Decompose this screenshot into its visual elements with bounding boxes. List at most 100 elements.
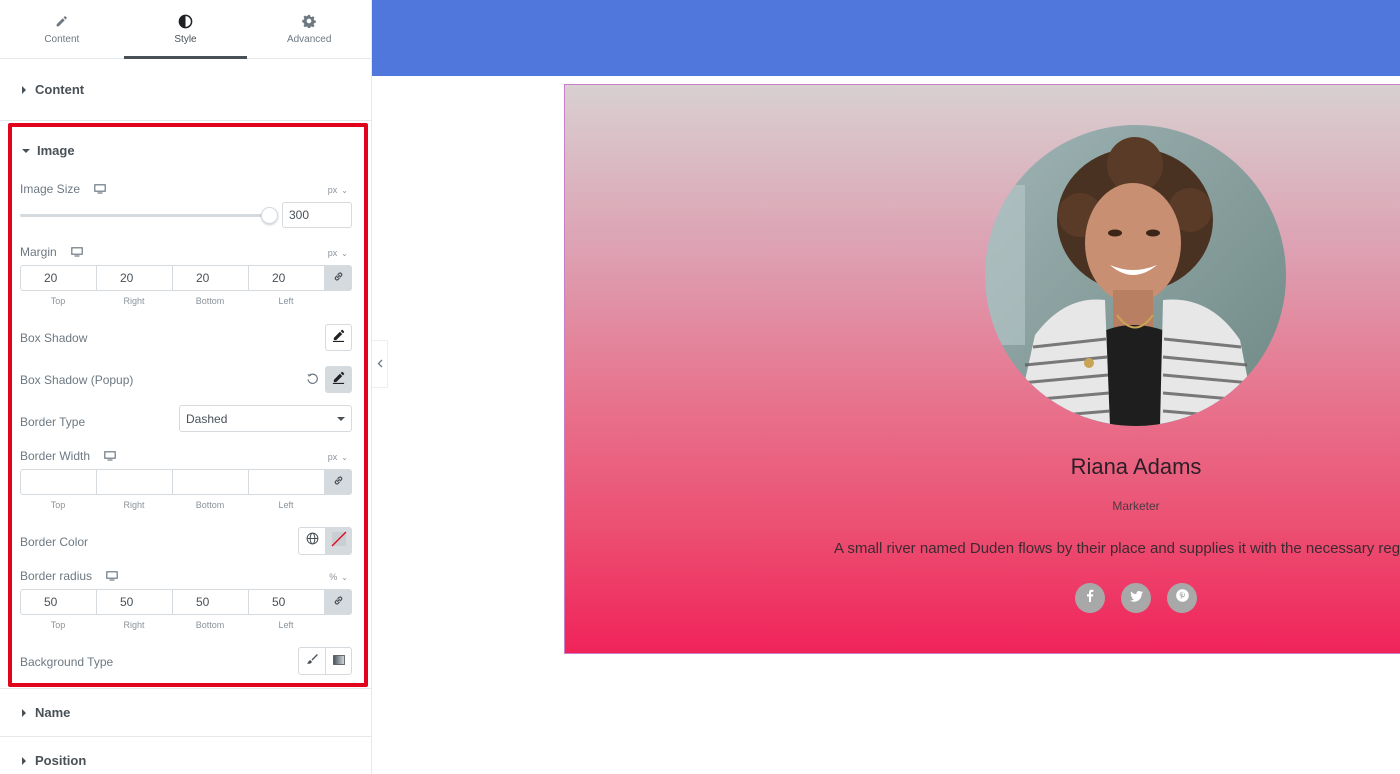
tab-style[interactable]: Style: [123, 0, 248, 59]
box-shadow-edit-button[interactable]: [325, 324, 352, 351]
member-role: Marketer: [1112, 499, 1160, 513]
link-values-button[interactable]: [325, 470, 351, 494]
image-size-unit: px: [327, 185, 338, 195]
border-radius-right-input[interactable]: 50: [97, 590, 173, 614]
border-width-unit-select[interactable]: px ⌄: [328, 452, 348, 462]
side-label-top: Top: [50, 620, 66, 630]
border-width-left-input[interactable]: [249, 470, 325, 494]
team-member-card[interactable]: [564, 84, 1400, 654]
border-radius-label: Border radius: [20, 569, 118, 583]
globe-icon: [306, 532, 319, 550]
border-width-top-input[interactable]: [21, 470, 97, 494]
border-width-unit: px: [327, 452, 338, 462]
pinterest-link[interactable]: [1167, 583, 1197, 613]
twitter-link[interactable]: [1121, 583, 1151, 613]
no-color-swatch-icon: [331, 531, 347, 552]
portrait-image: [985, 125, 1286, 426]
margin-label: Margin: [20, 245, 83, 259]
image-size-slider-track[interactable]: [20, 214, 270, 217]
image-size-slider-handle[interactable]: [261, 207, 278, 224]
section-image-label: Image: [37, 143, 75, 158]
section-position-label: Position: [35, 753, 87, 768]
margin-bottom-input[interactable]: 20: [173, 266, 249, 290]
border-radius-text: Border radius: [20, 569, 93, 583]
image-size-unit-select[interactable]: px ⌄: [328, 185, 348, 195]
collapse-panel-button[interactable]: [372, 340, 388, 388]
border-radius-unit: %: [329, 572, 338, 582]
chevron-down-icon: ⌄: [341, 185, 348, 195]
color-picker-button[interactable]: [325, 528, 351, 554]
section-content-header[interactable]: Content: [0, 59, 371, 121]
margin-left-input[interactable]: 20: [249, 266, 325, 290]
desktop-icon[interactable]: [104, 451, 116, 461]
global-colors-button[interactable]: [299, 528, 325, 554]
dropdown-arrow-icon: [337, 417, 345, 421]
image-size-input[interactable]: 300: [282, 202, 352, 228]
side-label-bottom: Bottom: [195, 620, 225, 630]
reset-icon[interactable]: [306, 372, 319, 390]
facebook-link[interactable]: [1075, 583, 1105, 613]
member-photo[interactable]: [985, 125, 1286, 426]
tab-content[interactable]: Content: [0, 0, 124, 58]
side-label-top: Top: [50, 296, 66, 306]
chevron-down-icon: ⌄: [341, 452, 348, 462]
border-color-label: Border Color: [20, 535, 89, 549]
desktop-icon[interactable]: [106, 571, 118, 581]
caret-right-icon: [22, 85, 26, 94]
border-radius-bottom-input[interactable]: 50: [173, 590, 249, 614]
border-width-text: Border Width: [20, 449, 91, 463]
side-label-bottom: Bottom: [195, 296, 225, 306]
margin-unit: px: [327, 248, 338, 258]
member-description: A small river named Duden flows by their…: [834, 540, 1400, 557]
editor-panel: Content Style Advanced Content Image Ima…: [0, 0, 372, 774]
border-width-bottom-input[interactable]: [173, 470, 249, 494]
link-values-button[interactable]: [325, 266, 351, 290]
preview-header-bar: [372, 0, 1400, 76]
image-size-label: Image Size: [20, 182, 106, 196]
border-color-controls: [298, 527, 352, 555]
desktop-icon[interactable]: [70, 247, 83, 257]
link-values-button[interactable]: [325, 590, 351, 614]
border-radius-unit-select[interactable]: % ⌄: [329, 572, 348, 582]
brush-icon: [306, 652, 318, 670]
side-label-left: Left: [278, 620, 294, 630]
section-image-header[interactable]: Image: [22, 143, 75, 158]
pencil-icon: [55, 13, 68, 29]
tab-advanced[interactable]: Advanced: [247, 0, 371, 58]
border-radius-top-input[interactable]: 50: [21, 590, 97, 614]
background-type-label: Background Type: [20, 655, 114, 669]
facebook-icon: [1086, 589, 1094, 607]
background-gradient-button[interactable]: [325, 648, 351, 674]
tab-advanced-label: Advanced: [286, 34, 332, 45]
image-size-text: Image Size: [20, 182, 81, 196]
margin-right-input[interactable]: 20: [97, 266, 173, 290]
border-radius-left-input[interactable]: 50: [249, 590, 325, 614]
pinterest-icon: [1175, 589, 1189, 607]
pencil-icon: [332, 371, 345, 389]
section-name-header[interactable]: Name: [0, 688, 371, 736]
box-shadow-popup-edit-button[interactable]: [325, 366, 352, 393]
background-classic-button[interactable]: [299, 648, 325, 674]
desktop-icon[interactable]: [94, 184, 106, 194]
margin-top-input[interactable]: 20: [21, 266, 97, 290]
image-section: Image Image Size px ⌄ 300 Margin px ⌄ 20…: [8, 123, 368, 687]
margin-unit-select[interactable]: px ⌄: [328, 248, 348, 258]
section-position-header[interactable]: Position: [0, 736, 371, 774]
margin-text: Margin: [20, 245, 57, 259]
margin-dimensions: 20 20 20 20: [20, 265, 352, 291]
side-label-left: Left: [278, 296, 294, 306]
border-width-label: Border Width: [20, 449, 116, 463]
caret-right-icon: [22, 708, 26, 717]
border-width-right-input[interactable]: [97, 470, 173, 494]
panel-tabs: Content Style Advanced: [0, 0, 371, 59]
border-radius-dimensions: 50 50 50 50: [20, 589, 352, 615]
gear-icon: [302, 13, 316, 29]
tab-style-label: Style: [174, 34, 197, 45]
border-width-dimensions: [20, 469, 352, 495]
border-type-select[interactable]: Dashed: [179, 405, 352, 432]
chevron-down-icon: ⌄: [341, 248, 348, 258]
twitter-icon: [1129, 589, 1143, 607]
section-content-label: Content: [35, 82, 85, 97]
box-shadow-popup-label: Box Shadow (Popup): [20, 373, 134, 387]
chevron-left-icon: [377, 355, 383, 373]
